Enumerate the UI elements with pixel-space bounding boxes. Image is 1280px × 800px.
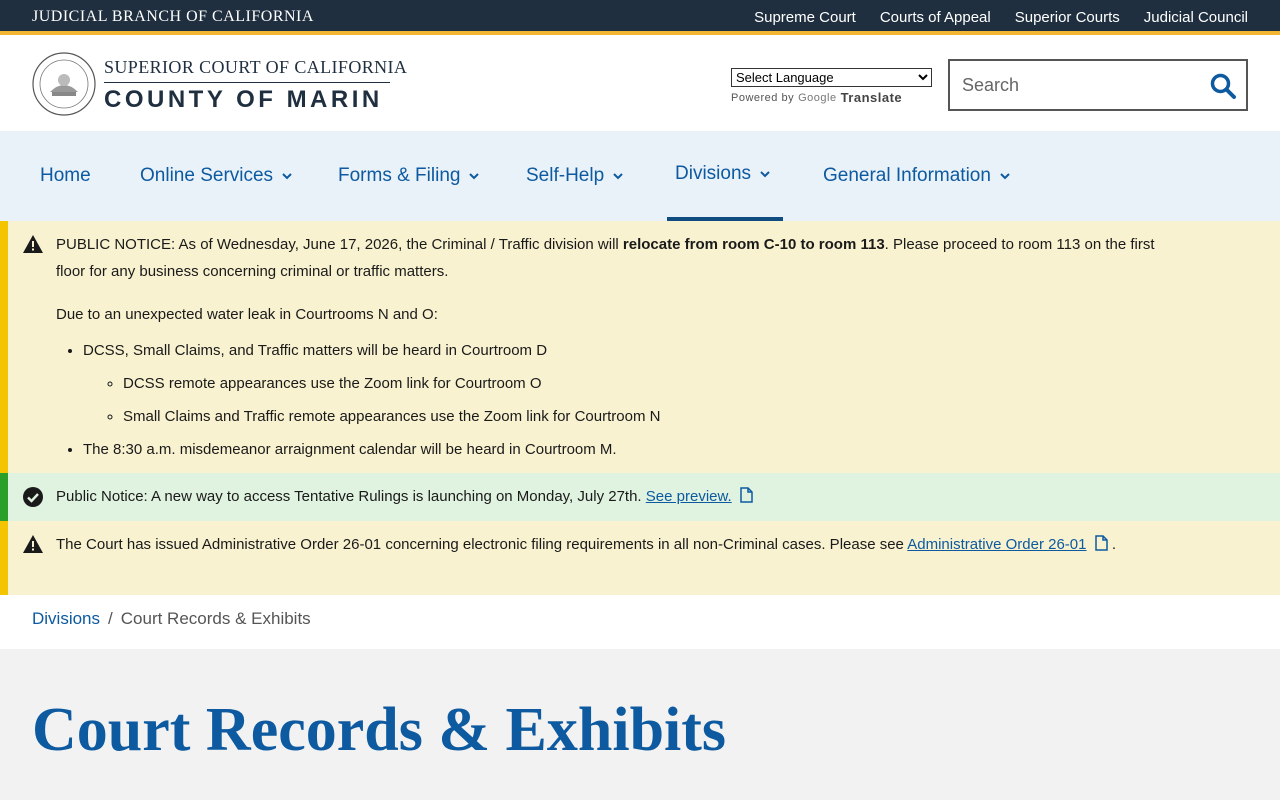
alert-administrative-order: The Court has issued Administrative Orde… — [0, 521, 1280, 595]
search-input[interactable] — [962, 73, 1192, 97]
judicial-branch-brand[interactable]: JUDICIAL BRANCH OF CALIFORNIA — [32, 8, 314, 26]
page-title-area: Court Records & Exhibits — [0, 649, 1280, 800]
nav-self-help-label: Self-Help — [526, 165, 605, 186]
nav-home-label: Home — [40, 165, 91, 186]
page-title: Court Records & Exhibits — [32, 696, 727, 764]
utility-bar: JUDICIAL BRANCH OF CALIFORNIA Supreme Co… — [0, 0, 1280, 35]
nav-home[interactable]: Home — [40, 131, 91, 221]
nav-divisions[interactable]: Divisions — [667, 131, 783, 221]
powered-by-label: Powered by — [731, 91, 795, 104]
court-seal-icon[interactable] — [32, 52, 96, 116]
powered-by-google: Powered by Google Translate — [731, 90, 932, 105]
chevron-down-icon — [613, 173, 623, 180]
relocation-text: PUBLIC NOTICE: As of Wednesday, June 17,… — [56, 231, 1186, 285]
utility-link-courts-of-appeal[interactable]: Courts of Appeal — [880, 9, 991, 26]
utility-link-superior-courts[interactable]: Superior Courts — [1015, 9, 1120, 26]
relocation-text-part1: PUBLIC NOTICE: As of Wednesday, June 17,… — [56, 236, 623, 253]
alert-tentative-rulings: Public Notice: A new way to access Tenta… — [0, 473, 1280, 521]
list-item: Small Claims and Traffic remote appearan… — [123, 400, 1186, 433]
relocation-text-bold: relocate from room C-10 to room 113 — [622, 236, 885, 253]
nav-general-information[interactable]: General Information — [823, 131, 1011, 221]
search-icon[interactable] — [1208, 71, 1238, 101]
utility-link-judicial-council[interactable]: Judicial Council — [1144, 9, 1248, 26]
alert-administrative-order-body: The Court has issued Administrative Orde… — [56, 531, 1186, 558]
chevron-down-icon — [1000, 173, 1010, 180]
see-preview-link[interactable]: See preview. — [646, 488, 732, 505]
administrative-order-text: The Court has issued Administrative Orde… — [56, 536, 908, 553]
chevron-down-icon — [282, 173, 292, 180]
translate-label[interactable]: Translate — [841, 90, 903, 105]
list-item-text: DCSS, Small Claims, and Traffic matters … — [83, 342, 548, 359]
list-item: DCSS remote appearances use the Zoom lin… — [123, 367, 1186, 400]
document-icon[interactable] — [740, 487, 753, 503]
nav-online-services-label: Online Services — [140, 165, 274, 186]
warning-icon — [23, 535, 43, 553]
list-item: The 8:30 a.m. misdemeanor arraignment ca… — [83, 433, 1186, 466]
language-select[interactable]: Select Language — [731, 68, 932, 87]
breadcrumb-divisions-link[interactable]: Divisions — [32, 609, 100, 629]
breadcrumb: Divisions / Court Records & Exhibits — [32, 609, 311, 629]
google-logo-text[interactable]: Google — [798, 92, 836, 104]
utility-link-supreme-court[interactable]: Supreme Court — [754, 9, 856, 26]
water-leak-sublist: DCSS remote appearances use the Zoom lin… — [123, 367, 1186, 433]
water-leak-list: DCSS, Small Claims, and Traffic matters … — [83, 334, 1186, 466]
nav-forms-filing[interactable]: Forms & Filing — [338, 131, 480, 221]
nav-general-information-label: General Information — [823, 165, 991, 186]
nav-online-services[interactable]: Online Services — [140, 131, 293, 221]
utility-links: Supreme Court Courts of Appeal Superior … — [754, 9, 1248, 26]
logo-divider — [104, 82, 390, 83]
check-circle-icon — [23, 487, 43, 507]
google-translate: Select Language Powered by Google Transl… — [731, 68, 932, 105]
administrative-order-link[interactable]: Administrative Order 26-01 — [907, 536, 1086, 553]
breadcrumb-separator: / — [108, 609, 113, 628]
alert-relocation-body: PUBLIC NOTICE: As of Wednesday, June 17,… — [56, 231, 1186, 466]
water-leak-intro: Due to an unexpected water leak in Court… — [56, 306, 438, 323]
alert-tentative-rulings-body: Public Notice: A new way to access Tenta… — [56, 483, 1186, 510]
search-box — [948, 59, 1248, 111]
chevron-down-icon — [760, 171, 770, 178]
administrative-order-end: . — [1107, 536, 1117, 553]
warning-icon — [23, 235, 43, 253]
nav-forms-filing-label: Forms & Filing — [338, 165, 461, 186]
breadcrumb-current: Court Records & Exhibits — [120, 609, 311, 628]
tentative-rulings-text: Public Notice: A new way to access Tenta… — [56, 488, 646, 505]
alert-relocation-notice: PUBLIC NOTICE: As of Wednesday, June 17,… — [0, 221, 1280, 473]
site-header: SUPERIOR COURT OF CALIFORNIA COUNTY OF M… — [0, 39, 1280, 131]
nav-self-help[interactable]: Self-Help — [526, 131, 624, 221]
chevron-down-icon — [469, 173, 480, 180]
logo-county-of-marin[interactable]: COUNTY OF MARIN — [104, 86, 383, 114]
document-icon[interactable] — [1094, 535, 1108, 551]
nav-divisions-label: Divisions — [675, 163, 752, 184]
logo-superior-court[interactable]: SUPERIOR COURT OF CALIFORNIA — [104, 57, 407, 78]
list-item: DCSS, Small Claims, and Traffic matters … — [83, 334, 1186, 433]
main-nav: Home Online Services Forms & Filing Self… — [0, 131, 1280, 221]
